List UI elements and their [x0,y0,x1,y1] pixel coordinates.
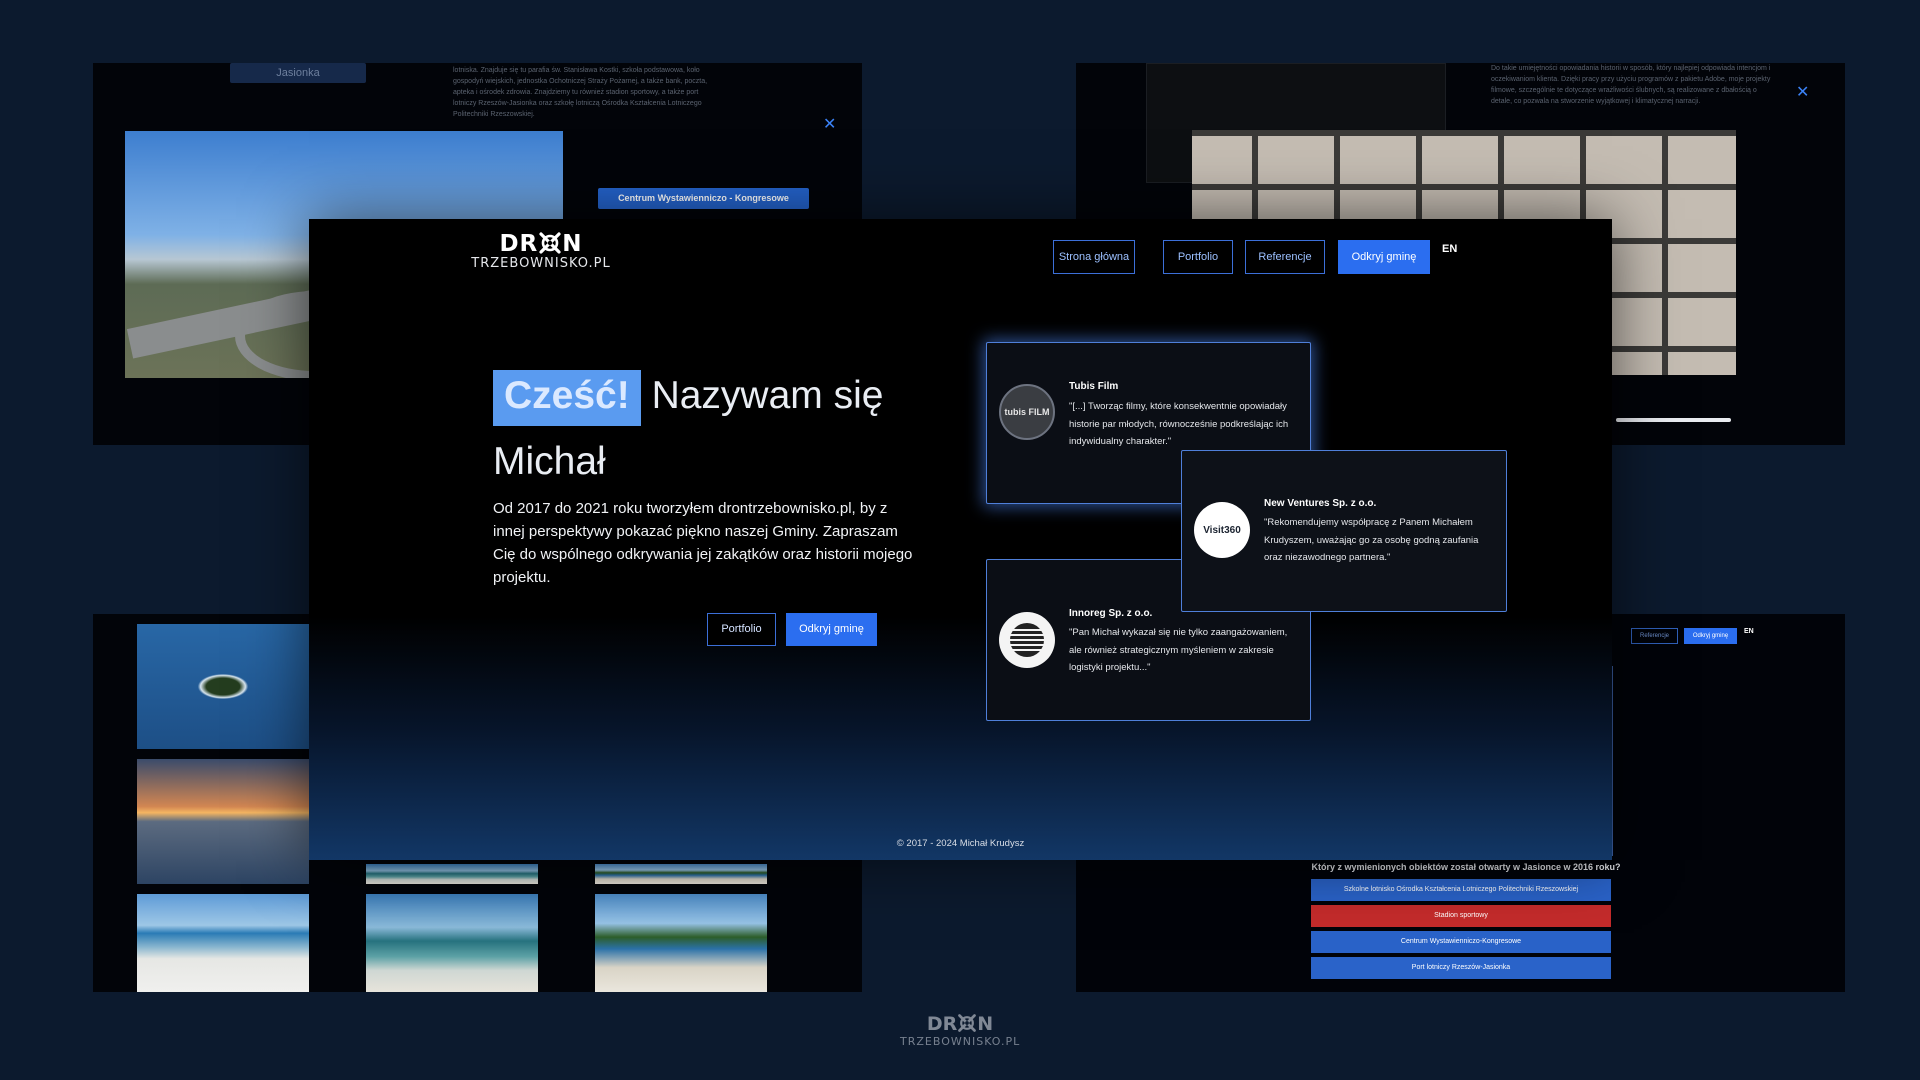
close-icon[interactable]: ✕ [1796,85,1809,101]
footer-copyright: © 2017 - 2024 Michał Krudysz [896,838,1025,849]
reference-card-newventures[interactable]: Visit360 New Ventures Sp. z o.o. "Rekome… [1181,450,1507,612]
gallery-thumb-beach[interactable] [366,894,538,992]
discover-button[interactable]: Odkryj gminę [786,613,877,646]
bg-nav-references[interactable]: Referencje [1631,628,1678,644]
slider-progress[interactable] [1616,418,1731,422]
reference-name: Tubis Film [1069,381,1119,392]
reference-name: Innoreg Sp. z o.o. [1069,608,1153,619]
portfolio-button[interactable]: Portfolio [707,613,776,646]
reference-name: New Ventures Sp. z o.o. [1264,498,1377,509]
nav-portfolio[interactable]: Portfolio [1163,240,1233,274]
gallery-thumb-strip[interactable] [366,864,538,884]
bottom-logo: DR N TRZEBOWNISKO.PL [900,1013,1020,1048]
bg-jasionka-label: Jasionka [230,63,366,83]
hero-description: Od 2017 do 2021 roku tworzyłem drontrzeb… [493,500,913,586]
quiz-option[interactable]: Port lotniczy Rzeszów-Jasionka [1311,957,1611,979]
gallery-thumb-beach[interactable] [595,894,767,992]
bottom-logo-wordmark: DR N [926,1013,994,1035]
bg-lang[interactable]: EN [1744,628,1754,635]
reference-quote: "[...] Tworząc filmy, które konsekwentni… [1069,401,1289,447]
gallery-thumb-island[interactable] [137,624,309,749]
visit360-logo: Visit360 [1194,502,1250,558]
main-window: DR N TRZEBOWNISKO.PL Strona główna Portf… [309,219,1612,860]
logo-domain: TRZEBOWNISKO.PL [471,256,611,271]
quiz-option[interactable]: Szkolne lotnisko Ośrodka Kształcenia Lot… [1311,879,1611,901]
quiz-option[interactable]: Centrum Wystawienniczo-Kongresowe [1311,931,1611,953]
nav-discover[interactable]: Odkryj gminę [1338,240,1430,274]
quiz-option-wrong[interactable]: Stadion sportowy [1311,905,1611,927]
gallery-thumb-beach[interactable] [137,894,309,992]
bg-nav-discover[interactable]: Odkryj gminę [1684,628,1737,644]
hero-greeting: Cześć! [493,370,641,426]
lang-switch-en[interactable]: EN [1442,243,1457,255]
reference-quote: "Pan Michał wykazał się nie tylko zaanga… [1069,627,1288,673]
tubis-logo: tubis FILM [999,384,1055,440]
hero-title: Cześć! Nazywam się Michał [493,363,913,495]
close-icon[interactable]: ✕ [823,117,836,133]
gallery-thumb-sunset[interactable] [137,759,309,884]
bg-centrum-button[interactable]: Centrum Wystawienniczo - Kongresowe [598,188,809,209]
reference-quote: "Rekomendujemy współpracę z Panem Michał… [1264,517,1479,563]
bottom-logo-domain: TRZEBOWNISKO.PL [900,1035,1021,1048]
gallery-thumb-strip[interactable] [595,864,767,884]
innoreg-stripes-icon [1009,623,1045,657]
innoreg-logo [999,612,1055,668]
bg-tubis-text: Do takie umiejętności opowiadania histor… [1491,65,1771,105]
drone-x-icon [539,232,561,254]
quiz-question: Który z wymienionych obiektów został otw… [1311,862,1621,872]
logo-wordmark: DR N [499,231,583,257]
nav-home[interactable]: Strona główna [1053,240,1135,274]
drone-x-icon [958,1014,977,1032]
bg-jasionka-text: lotniska. Znajduje się tu parafia św. St… [453,67,708,118]
nav-references[interactable]: Referencje [1245,240,1325,274]
site-logo[interactable]: DR N TRZEBOWNISKO.PL [471,231,611,271]
